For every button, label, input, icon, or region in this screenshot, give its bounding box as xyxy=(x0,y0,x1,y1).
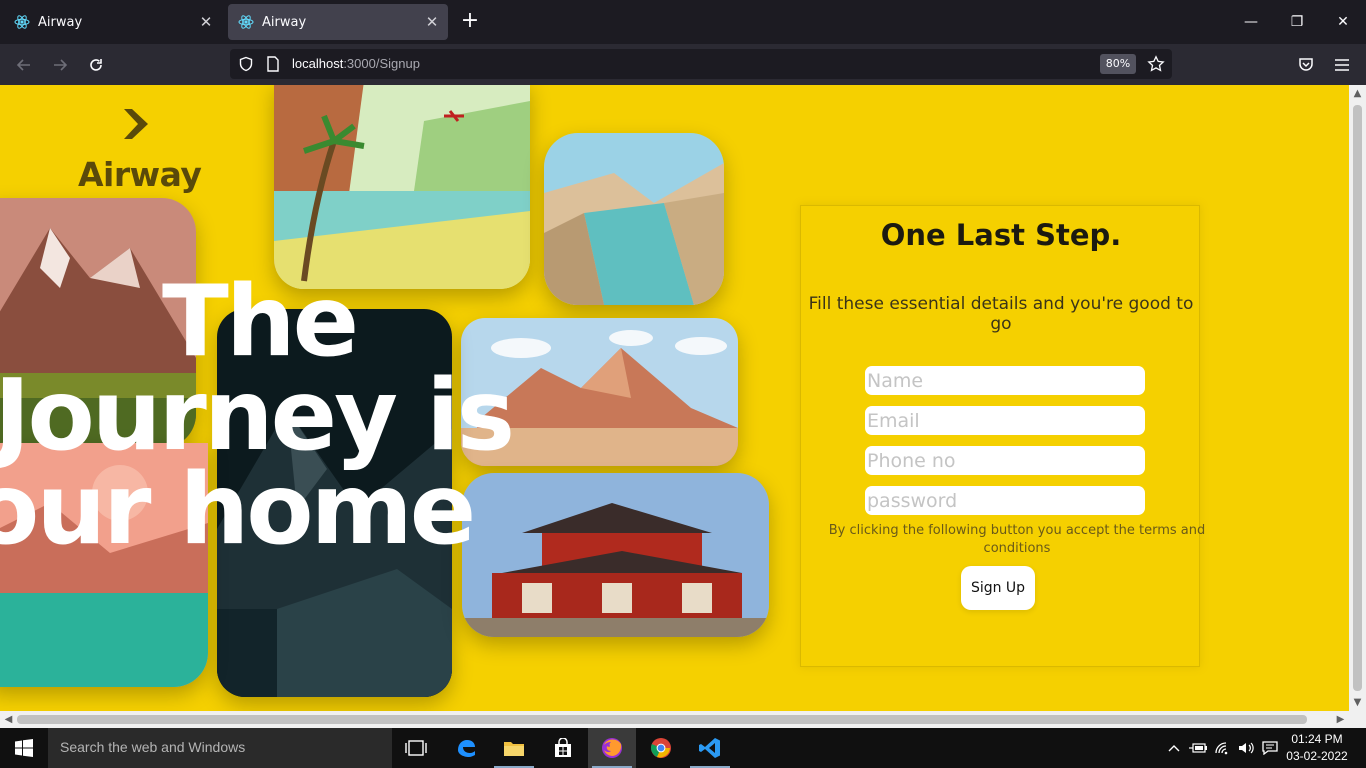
terms-text: By clicking the following button you acc… xyxy=(828,523,1206,556)
taskbar-search-box[interactable]: Search the web and Windows xyxy=(48,728,392,768)
minimize-button[interactable]: — xyxy=(1228,8,1274,36)
browser-tab-active[interactable]: Airway ✕ xyxy=(228,4,448,40)
hero-line-1: The xyxy=(162,265,359,379)
address-bar[interactable]: localhost:3000/Signup 80% xyxy=(230,49,1172,79)
tab-strip: Airway ✕ Airway ✕ + — ❐ ✕ xyxy=(0,0,1366,44)
browser-tab[interactable]: Airway ✕ xyxy=(4,4,222,40)
navigation-toolbar: localhost:3000/Signup 80% xyxy=(0,44,1366,85)
chrome-icon xyxy=(651,738,671,758)
search-placeholder: Search the web and Windows xyxy=(60,739,246,755)
email-input[interactable] xyxy=(865,406,1145,435)
system-clock[interactable]: 01:24 PM 03-02-2022 xyxy=(1282,731,1352,765)
show-hidden-icons-button[interactable] xyxy=(1162,728,1186,768)
name-input[interactable] xyxy=(865,366,1145,395)
vscode-icon xyxy=(699,738,720,758)
password-input[interactable] xyxy=(865,486,1145,515)
sign-up-button[interactable]: Sign Up xyxy=(961,566,1035,610)
phone-input[interactable] xyxy=(865,446,1145,475)
store-bag-icon xyxy=(555,738,571,757)
battery-plug-icon xyxy=(1189,743,1207,753)
hero-headline: The Journey is our home xyxy=(0,265,554,567)
tab-title: Airway xyxy=(38,14,83,30)
close-window-button[interactable]: ✕ xyxy=(1320,8,1366,36)
firefox-icon xyxy=(602,738,622,758)
task-view-button[interactable] xyxy=(392,728,440,768)
restore-button[interactable]: ❐ xyxy=(1274,8,1320,36)
clock-time: 01:24 PM xyxy=(1291,732,1343,746)
scroll-right-arrow-icon[interactable]: ▶ xyxy=(1332,711,1349,728)
forward-button[interactable] xyxy=(47,52,73,78)
taskbar-store[interactable] xyxy=(539,728,587,768)
zoom-level-badge[interactable]: 80% xyxy=(1100,54,1136,74)
back-button[interactable] xyxy=(11,52,37,78)
arrow-right-icon xyxy=(54,59,68,71)
scroll-up-arrow-icon[interactable]: ▲ xyxy=(1349,85,1366,102)
network-tray[interactable] xyxy=(1210,728,1234,768)
horizontal-scroll-thumb[interactable] xyxy=(17,715,1307,724)
taskbar-edge[interactable] xyxy=(442,728,490,768)
reload-button[interactable] xyxy=(83,52,109,78)
hero-line-2: Journey is xyxy=(0,359,515,473)
edge-icon xyxy=(458,740,475,757)
page-icon[interactable] xyxy=(266,56,280,72)
action-center-button[interactable] xyxy=(1258,728,1282,768)
new-tab-button[interactable]: + xyxy=(458,10,482,34)
chevron-up-icon xyxy=(1168,745,1180,752)
folder-icon xyxy=(504,742,524,756)
task-view-icon xyxy=(405,740,427,756)
speaker-icon xyxy=(1239,742,1254,754)
logo-text: Airway xyxy=(78,155,202,194)
page-viewport: Airway The Journey is our home One Last … xyxy=(0,85,1349,711)
tab-title: Airway xyxy=(262,14,307,30)
pocket-button[interactable] xyxy=(1293,52,1319,78)
vertical-scroll-thumb[interactable] xyxy=(1353,105,1362,691)
notification-icon xyxy=(1262,741,1278,755)
airway-logo[interactable]: Airway xyxy=(78,103,202,194)
taskbar-file-explorer[interactable] xyxy=(490,728,538,768)
arrow-left-icon xyxy=(16,59,30,71)
form-subtitle: Fill these essential details and you're … xyxy=(808,294,1194,334)
hamburger-menu-icon xyxy=(1335,59,1349,71)
horizontal-scrollbar[interactable]: ◀ ▶ xyxy=(0,711,1366,728)
windows-taskbar: Search the web and Windows 01:24 PM 03-0… xyxy=(0,728,1366,768)
tropical-beach-image xyxy=(274,85,530,289)
taskbar-chrome[interactable] xyxy=(637,728,685,768)
clock-date: 03-02-2022 xyxy=(1286,749,1348,763)
canyon-river-image xyxy=(544,133,724,305)
taskbar-firefox[interactable] xyxy=(588,728,636,768)
battery-tray[interactable] xyxy=(1186,728,1210,768)
close-tab-icon[interactable]: ✕ xyxy=(194,13,218,31)
vertical-scrollbar[interactable]: ▲ ▼ xyxy=(1349,85,1366,711)
scroll-down-arrow-icon[interactable]: ▼ xyxy=(1349,694,1366,711)
close-tab-icon[interactable]: ✕ xyxy=(420,13,444,31)
star-bookmark-icon[interactable] xyxy=(1147,55,1165,73)
wifi-icon xyxy=(1215,742,1228,755)
hero-line-3: our home xyxy=(0,453,476,567)
shield-icon[interactable] xyxy=(238,56,254,72)
scroll-left-arrow-icon[interactable]: ◀ xyxy=(0,711,17,728)
react-icon xyxy=(14,15,30,29)
signup-card: One Last Step. Fill these essential deta… xyxy=(800,205,1205,667)
url-text: localhost:3000/Signup xyxy=(292,56,420,71)
chevron-right-logo-icon xyxy=(124,109,148,139)
windows-logo-icon xyxy=(15,739,33,757)
menu-button[interactable] xyxy=(1329,52,1355,78)
start-button[interactable] xyxy=(0,728,48,768)
volume-tray[interactable] xyxy=(1234,728,1258,768)
react-icon xyxy=(238,15,254,29)
reload-icon xyxy=(90,59,102,71)
form-title: One Last Step. xyxy=(880,218,1122,252)
taskbar-vscode[interactable] xyxy=(686,728,734,768)
pocket-icon xyxy=(1299,58,1313,71)
